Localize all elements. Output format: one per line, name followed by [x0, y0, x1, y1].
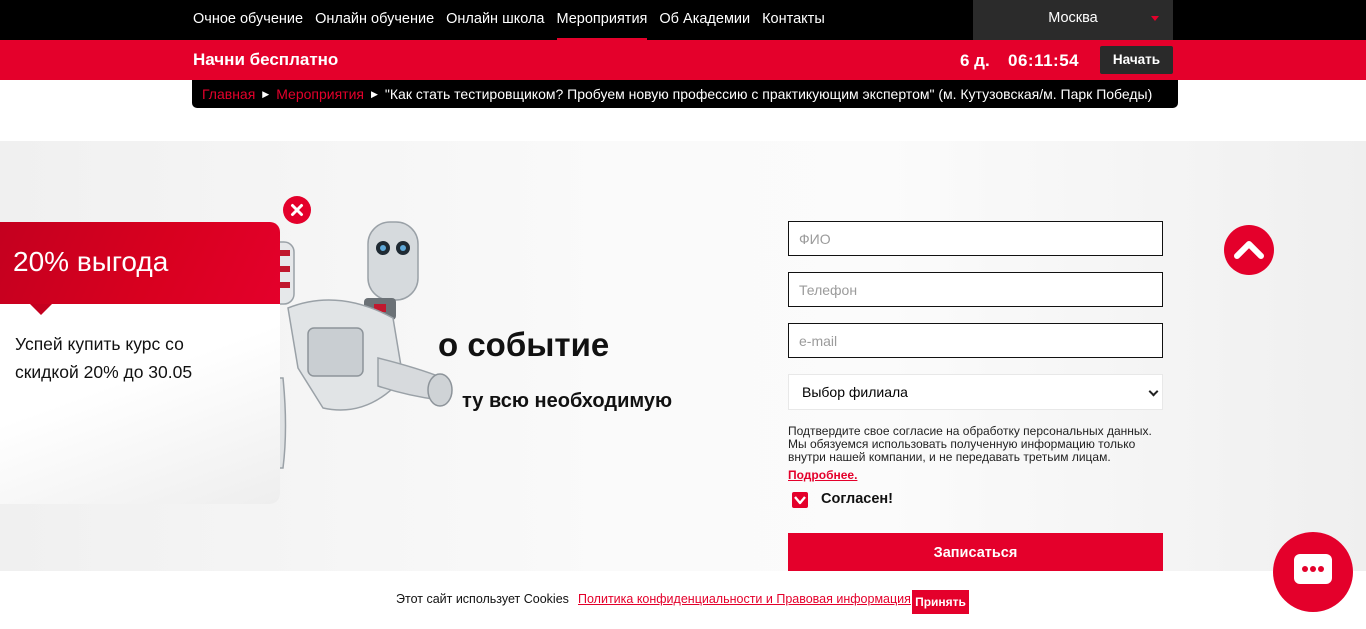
close-icon	[291, 204, 303, 216]
nav-item-online-school[interactable]: Онлайн школа	[446, 0, 544, 40]
nav-item-contacts[interactable]: Контакты	[762, 0, 825, 40]
discount-popup-text: Успей купить курс со скидкой 20% до 30.0…	[15, 334, 193, 382]
hero-subtitle: ту всю необходимую	[462, 390, 673, 412]
promo-bar: Начни бесплатно 6 д. 06:11:54 Начать	[0, 40, 1366, 80]
nav-item-online-courses[interactable]: Онлайн обучение	[315, 0, 434, 40]
scroll-to-top-button[interactable]	[1224, 225, 1274, 275]
discount-popup-title: 20% выгода	[13, 246, 169, 277]
city-selector[interactable]: Москва	[973, 0, 1173, 40]
chevron-down-icon	[1148, 386, 1159, 397]
breadcrumb-arrow-icon: ▶	[262, 88, 270, 99]
consent-text: Подтвердите свое согласие на обработку п…	[788, 424, 1152, 464]
hero-title: о событие	[438, 326, 610, 363]
checkbox-check-icon	[794, 496, 806, 505]
nav-item-events[interactable]: Мероприятия	[556, 0, 647, 40]
submit-button[interactable]: Записаться	[788, 533, 1163, 573]
agree-label: Согласен!	[821, 491, 893, 507]
breadcrumb-current: "Как стать тестировщиком? Пробуем новую …	[384, 86, 1153, 102]
nav-item-offline-courses[interactable]: Очное обучение	[193, 0, 303, 40]
more-info-link[interactable]: Подробнее.	[788, 468, 857, 482]
discount-popup: 20% выгода Успей купить курс со скидкой …	[0, 222, 280, 504]
discount-popup-pointer	[30, 304, 52, 315]
discount-popup-header: 20% выгода	[0, 222, 280, 304]
chat-dots	[1302, 566, 1324, 572]
countdown-time: 06:11:54	[1008, 51, 1080, 70]
main-menu: Очное обучение Онлайн обучение Онлайн шк…	[193, 0, 837, 40]
top-navigation: Очное обучение Онлайн обучение Онлайн шк…	[0, 0, 1366, 40]
popup-close-button[interactable]	[283, 196, 311, 224]
nav-item-about[interactable]: Об Академии	[659, 0, 750, 40]
branch-select[interactable]: Выбор филиала	[788, 374, 1163, 410]
privacy-policy-link[interactable]: Политика конфиденциальности и Правовая и…	[578, 592, 911, 606]
chat-button[interactable]	[1273, 532, 1353, 612]
start-button[interactable]: Начать	[1100, 46, 1173, 74]
promo-title: Начни бесплатно	[193, 50, 339, 69]
breadcrumb: Главная ▶ Мероприятия ▶ "Как стать тести…	[192, 80, 1178, 108]
cookie-bar: Этот сайт использует Cookies Политика ко…	[0, 571, 1366, 629]
cookie-text: Этот сайт использует Cookies	[396, 592, 569, 606]
name-field[interactable]	[788, 221, 1163, 256]
chevron-up-icon	[1234, 241, 1264, 259]
chevron-down-icon	[1151, 16, 1159, 21]
cookie-accept-button[interactable]: Принять	[912, 590, 969, 614]
city-label: Москва	[1048, 10, 1098, 26]
chat-icon	[1294, 554, 1332, 584]
email-field[interactable]	[788, 323, 1163, 358]
branch-select-value: Выбор филиала	[802, 384, 908, 400]
agree-checkbox[interactable]	[792, 492, 808, 508]
breadcrumb-home-link[interactable]: Главная	[202, 86, 255, 102]
breadcrumb-arrow-icon: ▶	[370, 88, 378, 99]
countdown-days: 6 д.	[960, 51, 990, 70]
phone-field[interactable]	[788, 272, 1163, 307]
breadcrumb-events-link[interactable]: Мероприятия	[276, 86, 364, 102]
